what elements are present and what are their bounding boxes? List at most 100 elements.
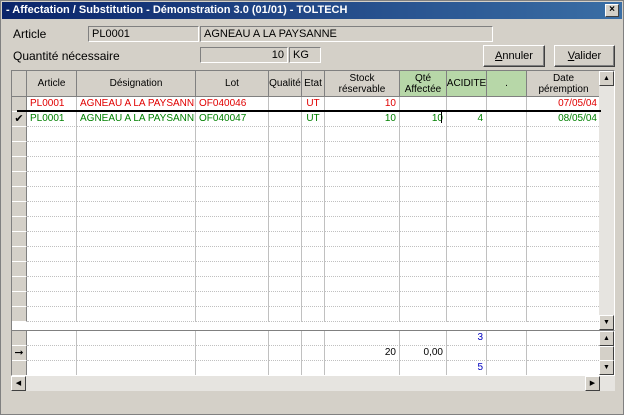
cell-lot[interactable]	[196, 187, 269, 202]
cell-etat[interactable]	[302, 277, 325, 292]
cell-qualite[interactable]	[269, 277, 302, 292]
cell-article[interactable]: PL0001	[27, 112, 77, 127]
row-selector[interactable]	[12, 157, 27, 172]
cell-dot[interactable]	[487, 112, 527, 127]
cell-date[interactable]	[527, 127, 601, 142]
cell-lot[interactable]	[196, 157, 269, 172]
cell-qte[interactable]	[400, 307, 447, 322]
cell-qte[interactable]: 10	[400, 112, 447, 127]
cell-etat[interactable]: UT	[302, 112, 325, 127]
scroll-left-icon[interactable]: ◀	[11, 376, 26, 391]
cell-stock[interactable]	[325, 307, 400, 322]
cell-acidite[interactable]	[447, 202, 487, 217]
cell-qte[interactable]	[400, 292, 447, 307]
cell-qualite[interactable]	[269, 292, 302, 307]
cell-qte[interactable]	[400, 172, 447, 187]
cell-qte[interactable]	[400, 217, 447, 232]
cell-stock[interactable]	[325, 247, 400, 262]
cell-qualite[interactable]	[269, 232, 302, 247]
cell-qualite[interactable]	[269, 187, 302, 202]
cell-qte[interactable]	[400, 127, 447, 142]
cell-dot[interactable]	[487, 202, 527, 217]
cell-designation[interactable]	[77, 142, 196, 157]
cancel-button[interactable]: Annuler	[483, 45, 545, 67]
cell-lot[interactable]	[196, 247, 269, 262]
cell-article[interactable]	[27, 292, 77, 307]
cell-qte[interactable]	[400, 187, 447, 202]
summary-scroll-mid[interactable]	[599, 346, 614, 361]
cell-lot[interactable]	[196, 232, 269, 247]
cell-lot[interactable]	[196, 142, 269, 157]
cell-stock[interactable]	[325, 277, 400, 292]
close-button[interactable]: ×	[605, 4, 619, 17]
cell-qualite[interactable]	[269, 247, 302, 262]
col-header-article[interactable]: Article	[27, 71, 77, 97]
cell-acidite[interactable]	[447, 127, 487, 142]
cell-designation[interactable]	[77, 262, 196, 277]
cell-stock[interactable]: 10	[325, 112, 400, 127]
row-selector[interactable]: ✔	[12, 112, 27, 127]
cell-qualite[interactable]	[269, 142, 302, 157]
cell-qualite[interactable]	[269, 202, 302, 217]
cell-date[interactable]: 08/05/04	[527, 112, 601, 127]
cell-dot[interactable]	[487, 247, 527, 262]
cell-qte[interactable]	[400, 142, 447, 157]
cell-article[interactable]	[27, 277, 77, 292]
cell-article[interactable]	[27, 172, 77, 187]
cell-article[interactable]	[27, 127, 77, 142]
cell-lot[interactable]	[196, 307, 269, 322]
cell-date[interactable]	[527, 187, 601, 202]
cell-designation[interactable]: AGNEAU A LA PAYSANNE	[77, 112, 196, 127]
col-header-qualite[interactable]: Qualité	[269, 71, 302, 97]
cell-acidite[interactable]	[447, 187, 487, 202]
col-header-stock[interactable]: Stock réservable	[325, 71, 400, 97]
cell-date[interactable]	[527, 232, 601, 247]
cell-stock[interactable]	[325, 292, 400, 307]
cell-lot[interactable]	[196, 277, 269, 292]
cell-date[interactable]	[527, 277, 601, 292]
cell-qte[interactable]	[400, 277, 447, 292]
grid-vertical-scrollbar[interactable]: ▲ ▼	[599, 71, 614, 330]
cell-acidite[interactable]: 4	[447, 112, 487, 127]
cell-date[interactable]	[527, 202, 601, 217]
cell-stock[interactable]	[325, 127, 400, 142]
article-name-field[interactable]: AGNEAU A LA PAYSANNE	[200, 26, 493, 42]
cell-dot[interactable]	[487, 172, 527, 187]
article-code-field[interactable]: PL0001	[88, 26, 199, 42]
cell-qte[interactable]	[400, 232, 447, 247]
cell-qualite[interactable]	[269, 127, 302, 142]
cell-date[interactable]	[527, 307, 601, 322]
row-selector[interactable]	[12, 262, 27, 277]
cell-lot[interactable]	[196, 217, 269, 232]
scroll-down-icon[interactable]: ▼	[599, 315, 614, 330]
cell-acidite[interactable]	[447, 277, 487, 292]
cell-qte[interactable]	[400, 262, 447, 277]
cell-lot[interactable]	[196, 202, 269, 217]
cell-designation[interactable]	[77, 232, 196, 247]
row-selector[interactable]	[12, 247, 27, 262]
summary-scroll-up-icon[interactable]: ▲	[599, 331, 614, 346]
cell-qualite[interactable]	[269, 157, 302, 172]
cell-etat[interactable]	[302, 172, 325, 187]
row-selector[interactable]	[12, 127, 27, 142]
cell-date[interactable]	[527, 157, 601, 172]
cell-stock[interactable]	[325, 217, 400, 232]
cell-dot[interactable]	[487, 232, 527, 247]
cell-article[interactable]	[27, 307, 77, 322]
row-selector[interactable]	[12, 292, 27, 307]
row-selector[interactable]	[12, 172, 27, 187]
cell-stock[interactable]	[325, 232, 400, 247]
cell-stock[interactable]	[325, 262, 400, 277]
cell-acidite[interactable]	[447, 262, 487, 277]
col-header-etat[interactable]: Etat	[302, 71, 325, 97]
cell-etat[interactable]	[302, 217, 325, 232]
cell-lot[interactable]: OF040047	[196, 112, 269, 127]
cell-designation[interactable]	[77, 217, 196, 232]
summary-scroll-down-icon[interactable]: ▼	[599, 360, 614, 375]
cell-dot[interactable]	[487, 262, 527, 277]
cell-article[interactable]	[27, 187, 77, 202]
cell-date[interactable]	[527, 172, 601, 187]
cell-dot[interactable]	[487, 157, 527, 172]
cell-lot[interactable]	[196, 172, 269, 187]
cell-qte[interactable]	[400, 202, 447, 217]
